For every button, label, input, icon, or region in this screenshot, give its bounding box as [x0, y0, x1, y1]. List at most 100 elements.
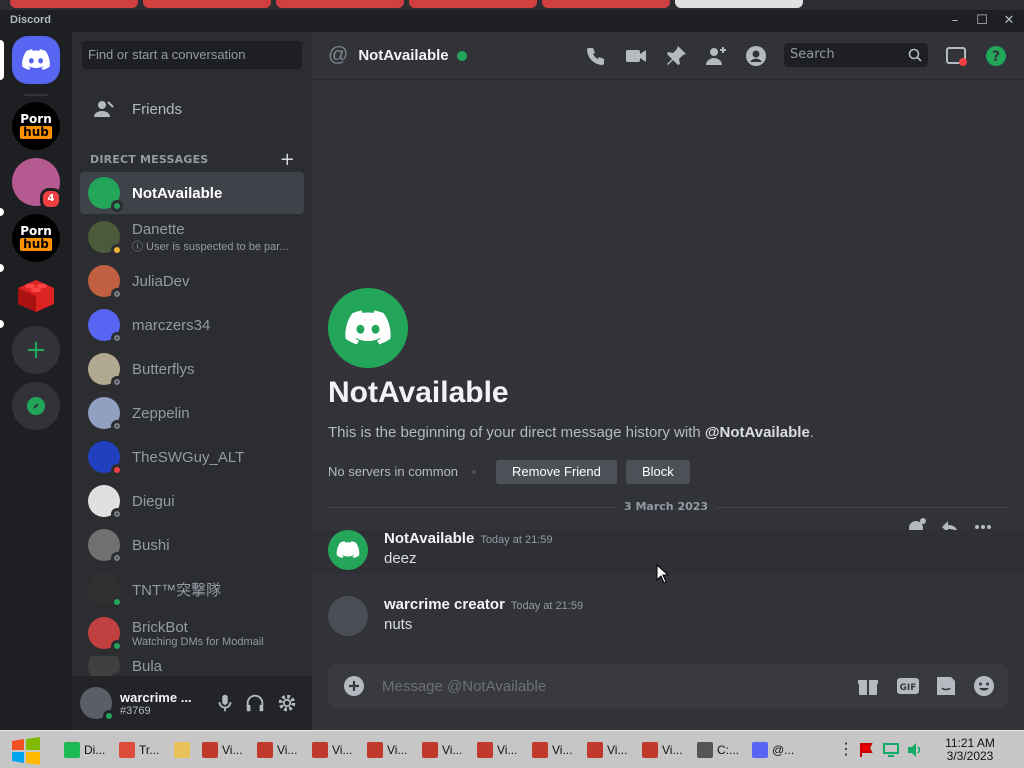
author-name[interactable]: NotAvailable	[384, 530, 474, 547]
message-avatar[interactable]	[328, 530, 368, 570]
add-server-button[interactable]: +	[12, 326, 60, 374]
gift-icon[interactable]	[856, 674, 880, 698]
block-button[interactable]: Block	[626, 460, 690, 484]
discord-logo-icon	[22, 49, 50, 70]
taskbar-item[interactable]: Tr...	[115, 737, 168, 763]
find-conversation-input[interactable]: Find or start a conversation	[82, 41, 302, 69]
dm-name: marczers34	[132, 316, 211, 334]
server-pornhub-appeals[interactable]: Porn hub	[12, 102, 60, 150]
emoji-icon[interactable]	[972, 674, 996, 698]
date-divider-label: 3 March 2023	[616, 500, 717, 513]
taskbar-item[interactable]: Vi...	[253, 737, 306, 763]
inbox-icon[interactable]	[944, 44, 968, 68]
user-name: warcrime ...	[120, 689, 192, 705]
status-dot	[111, 332, 123, 344]
dm-item[interactable]: Diegui	[80, 480, 304, 522]
status-dot	[111, 508, 123, 520]
dm-sidebar: Find or start a conversation Friends DIR…	[72, 32, 312, 730]
dm-item[interactable]: TheSWGuy_ALT	[80, 436, 304, 478]
voice-call-icon[interactable]	[584, 44, 608, 68]
background-tab[interactable]	[409, 0, 537, 8]
taskbar-item[interactable]: Vi...	[638, 737, 691, 763]
dm-avatar	[88, 265, 123, 300]
dm-item[interactable]: Danette ⓘ User is suspected to be par...	[80, 216, 304, 258]
video-call-icon[interactable]	[624, 44, 648, 68]
headphones-icon[interactable]	[244, 692, 266, 714]
author-name[interactable]: warcrime creator	[384, 596, 505, 613]
message-author[interactable]: warcrime creator Today at 21:59	[384, 596, 583, 613]
dm-item[interactable]: Butterflys	[80, 348, 304, 390]
message[interactable]: NotAvailable Today at 21:59 deez	[312, 530, 1024, 574]
taskbar-item[interactable]: Vi...	[583, 737, 636, 763]
dm-name: TNT™突撃隊	[132, 581, 222, 599]
background-tab[interactable]	[542, 0, 670, 8]
clock-date: 3/3/2023	[946, 749, 994, 763]
message-timestamp: Today at 21:59	[510, 600, 584, 612]
background-tab[interactable]	[276, 0, 404, 8]
dm-item[interactable]: JuliaDev	[80, 260, 304, 302]
taskbar-item[interactable]: Di...	[60, 737, 113, 763]
taskbar-item[interactable]: Vi...	[473, 737, 526, 763]
status-dot	[111, 640, 123, 652]
microphone-icon[interactable]	[214, 692, 236, 714]
taskbar-item[interactable]: C:...	[693, 737, 746, 763]
explore-servers-button[interactable]	[12, 382, 60, 430]
dm-item[interactable]: BrickBot Watching DMs for Modmail	[80, 612, 304, 654]
create-dm-plus-icon[interactable]: +	[280, 149, 295, 170]
system-clock[interactable]: 11:21 AM 3/3/2023	[936, 737, 1004, 763]
header-search-input[interactable]: Search	[784, 43, 928, 67]
remove-friend-button[interactable]: Remove Friend	[496, 460, 617, 484]
taskbar-item[interactable]: Vi...	[418, 737, 471, 763]
dm-item[interactable]: Bula	[80, 656, 304, 676]
message-author[interactable]: NotAvailable Today at 21:59	[384, 530, 552, 547]
background-tab[interactable]	[675, 0, 803, 8]
taskbar-app-icon	[642, 742, 658, 758]
message[interactable]: warcrime creator Today at 21:59 nuts	[312, 596, 1024, 640]
dm-item[interactable]: NotAvailable	[80, 172, 304, 214]
dm-avatar	[88, 177, 123, 212]
dm-item[interactable]: Bushi	[80, 524, 304, 566]
gif-icon[interactable]: GIF	[896, 674, 920, 698]
dm-avatar	[88, 397, 123, 432]
dm-avatar	[88, 485, 123, 520]
user-avatar[interactable]	[80, 687, 115, 722]
background-tab[interactable]	[10, 0, 138, 8]
message-input[interactable]: Message @NotAvailable	[382, 678, 546, 695]
volume-icon[interactable]	[906, 742, 924, 758]
server-lego[interactable]	[12, 270, 60, 318]
friends-icon	[94, 101, 114, 117]
minimize-button[interactable]: –	[942, 12, 968, 30]
gear-icon[interactable]	[276, 692, 298, 714]
taskbar-item[interactable]: Vi...	[308, 737, 361, 763]
user-profile-icon[interactable]	[744, 44, 768, 68]
taskbar-item[interactable]: @...	[748, 737, 801, 763]
maximize-button[interactable]: ☐	[969, 12, 995, 30]
taskbar-item[interactable]: Vi...	[528, 737, 581, 763]
dm-item[interactable]: Zeppelin	[80, 392, 304, 434]
server-pornhub[interactable]: Porn hub	[12, 214, 60, 262]
help-icon[interactable]: ?	[984, 44, 1008, 68]
add-attachment-icon[interactable]	[342, 674, 366, 698]
sticker-icon[interactable]	[934, 674, 958, 698]
friends-link[interactable]: Friends	[80, 90, 304, 128]
message-avatar[interactable]	[328, 596, 368, 636]
network-icon[interactable]	[882, 742, 900, 758]
dm-item[interactable]: marczers34	[80, 304, 304, 346]
taskbar-app-icon	[422, 742, 438, 758]
status-dot	[111, 420, 123, 432]
pin-icon[interactable]	[664, 44, 688, 68]
dm-item[interactable]: TNT™突撃隊	[80, 568, 304, 610]
home-button[interactable]	[12, 36, 60, 84]
taskbar-item[interactable]: Vi...	[198, 737, 251, 763]
app-name: Discord	[10, 14, 51, 26]
flag-icon[interactable]	[858, 742, 874, 758]
overflow-icon[interactable]: ⋮	[838, 739, 854, 759]
intro-avatar[interactable]	[328, 288, 408, 368]
close-button[interactable]: ✕	[996, 12, 1022, 30]
unread-indicator	[0, 264, 4, 272]
background-tab[interactable]	[143, 0, 271, 8]
taskbar-item[interactable]	[170, 737, 196, 763]
taskbar-item[interactable]: Vi...	[363, 737, 416, 763]
add-friends-to-dm-icon[interactable]	[704, 44, 728, 68]
start-button-windows-icon[interactable]	[8, 737, 44, 765]
